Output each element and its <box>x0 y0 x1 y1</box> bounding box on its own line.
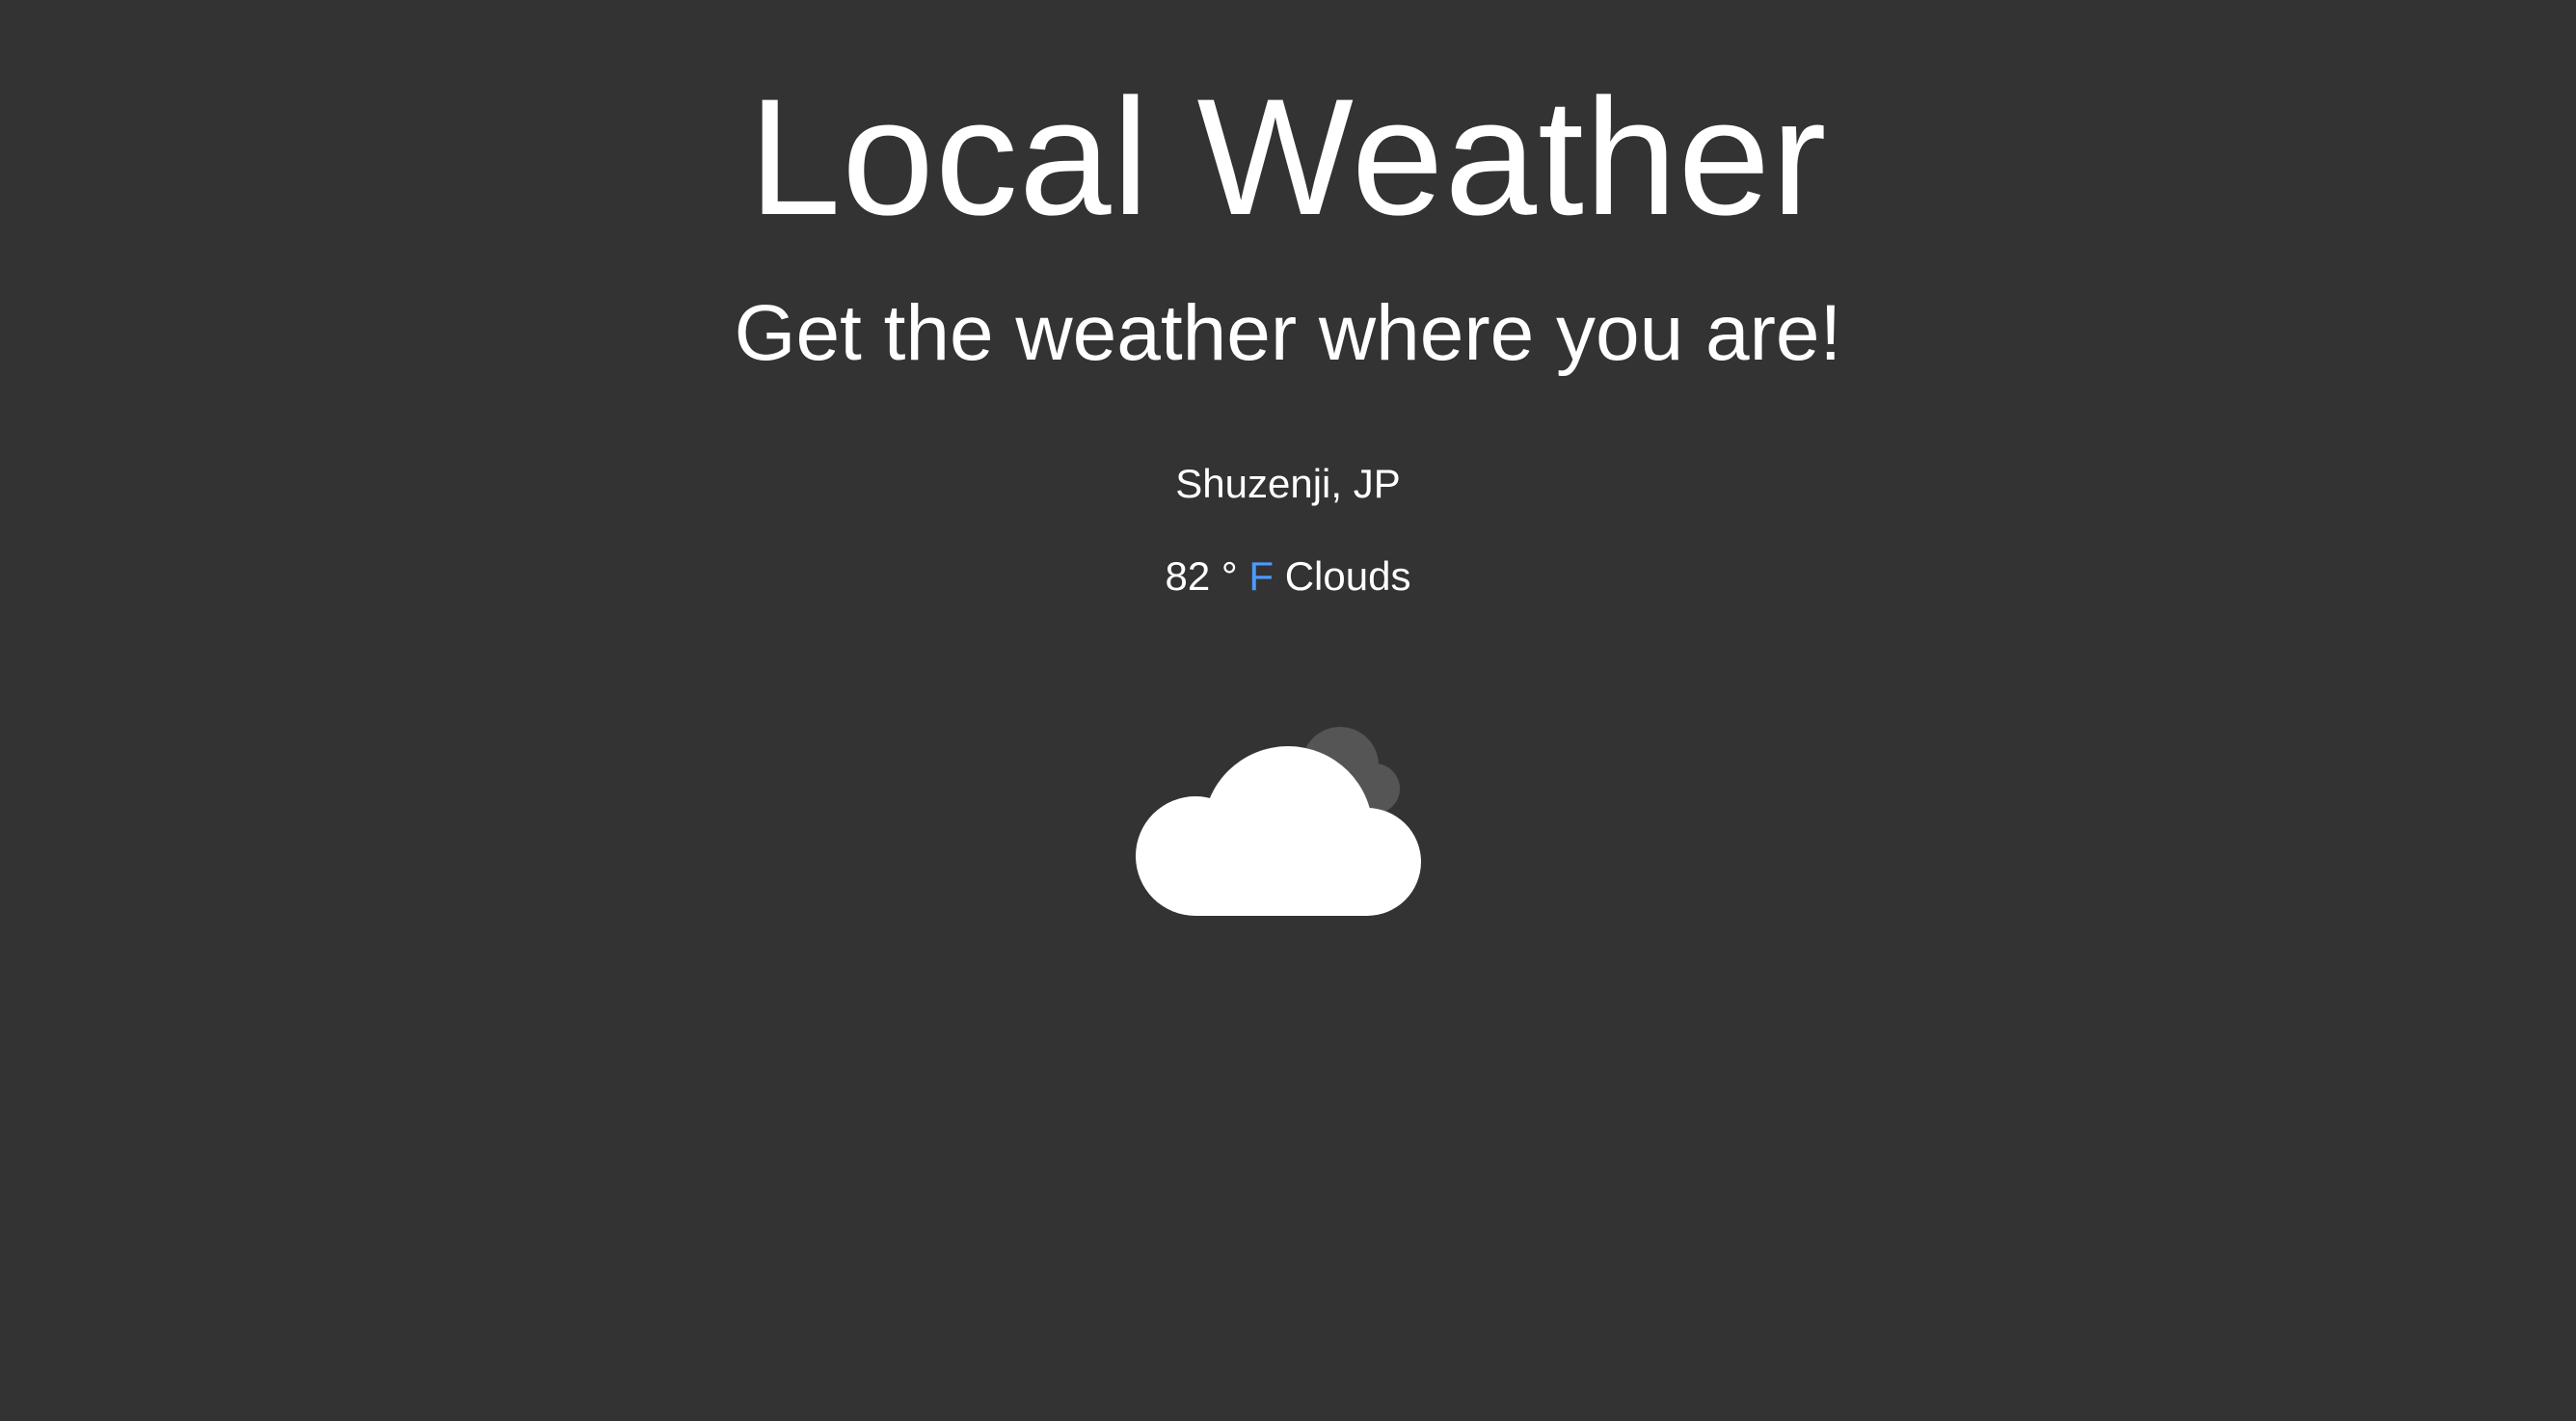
weather-app: Local Weather Get the weather where you … <box>0 0 2576 1421</box>
weather-description: Clouds <box>1284 553 1411 599</box>
page-title: Local Weather <box>748 65 1828 250</box>
degree-symbol: ° <box>1221 553 1238 599</box>
conditions-line: 82 ° F Clouds <box>0 550 2576 603</box>
unit-toggle-link[interactable]: F <box>1248 553 1274 599</box>
location-label: Shuzenji, JP <box>1175 461 1401 506</box>
cloud-icon <box>1136 727 1421 916</box>
temperature-value: 82 <box>1165 553 1211 599</box>
page-subtitle: Get the weather where you are! <box>734 289 1842 377</box>
